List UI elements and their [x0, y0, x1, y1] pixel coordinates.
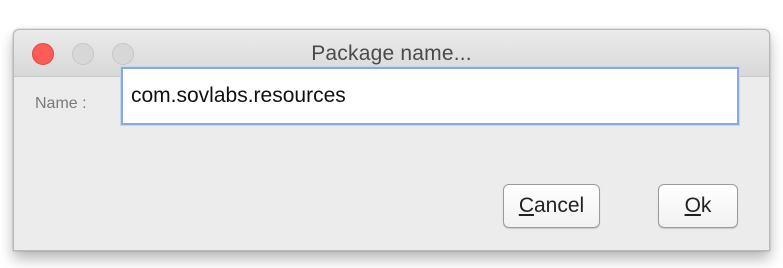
cancel-label: ancel	[533, 194, 585, 217]
package-name-dialog: Package name...	[13, 29, 770, 251]
ok-mnemonic: O	[684, 194, 701, 217]
cancel-mnemonic: C	[518, 194, 534, 217]
ok-button[interactable]: Ok	[658, 184, 738, 228]
cancel-button[interactable]: Cancel	[503, 184, 600, 228]
name-label: Name :	[35, 95, 87, 112]
dialog-title: Package name...	[311, 42, 472, 65]
screen: Package name... Name : Cancel Ok	[0, 0, 783, 268]
name-input[interactable]	[121, 67, 739, 125]
ok-label: k	[700, 194, 712, 217]
